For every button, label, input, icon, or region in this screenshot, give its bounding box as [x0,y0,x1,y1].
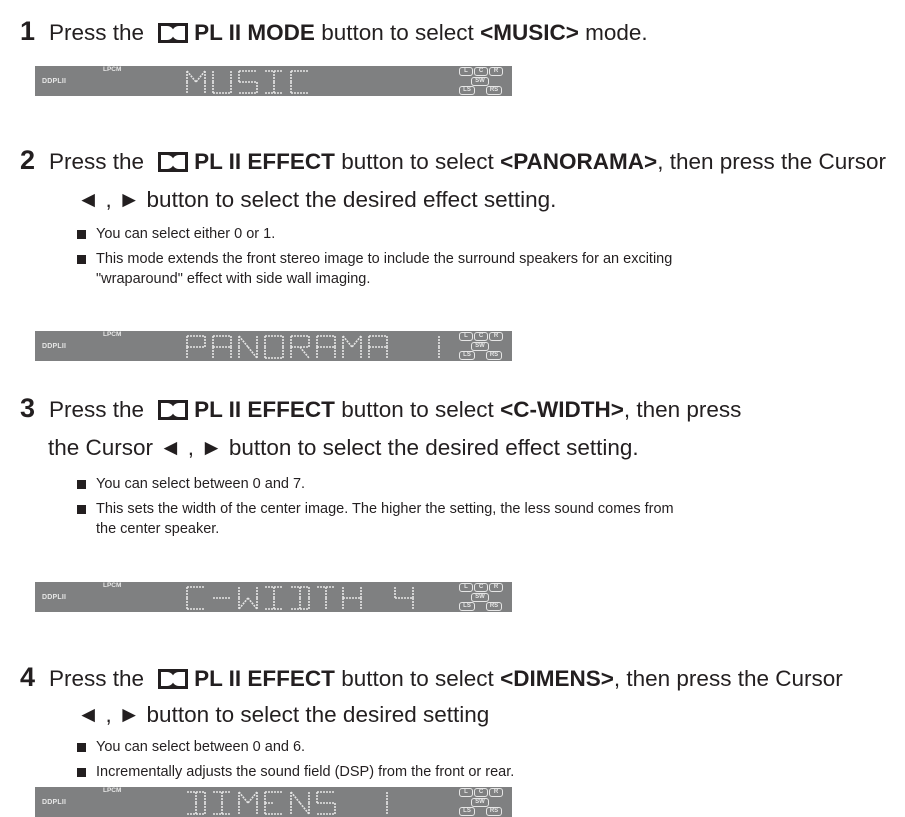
mode-option: <MUSIC> [480,20,579,45]
lcd-char [212,71,232,94]
lcd-char [187,791,206,815]
channel-r: R [489,788,503,797]
list-item: You can select between 0 and 7. [77,474,674,494]
channel-c: C [474,788,488,797]
list-item: This mode extends the front stereo image… [77,249,672,289]
channel-ls: LS [459,86,475,95]
lcd-char [317,586,335,609]
button-name: PL II EFFECT [194,149,335,174]
lcd-char [186,70,206,93]
lcd-char [238,587,258,610]
lcd-char [316,335,336,358]
lcd-char [290,335,310,359]
mode-option: <C-WIDTH> [500,397,624,422]
channel-sw: SW [471,798,489,807]
lcd-char [186,586,205,610]
step-2-cursor-line: ◄ , ► button to select the desired effec… [77,187,557,212]
channel-l: L [459,67,473,76]
channel-sw: SW [471,593,489,602]
channel-ls: LS [459,351,475,360]
channel-rs: RS [486,86,502,95]
channel-c: C [474,332,488,341]
lcd-char [264,335,284,359]
button-name: PL II EFFECT [194,397,335,422]
step-3-cursor-line: the Cursor ◄ , ► button to select the de… [48,435,639,460]
list-item: Incrementally adjusts the sound field (D… [77,762,514,782]
step-3-instruction: 3 Press the PL II EFFECT button to select … [20,394,741,427]
channel-r: R [489,332,503,341]
list-item: You can select either 0 or 1. [77,224,672,244]
lcd-char [368,335,388,358]
segment-display [187,791,388,815]
channel-r: R [489,583,503,592]
mode-option: <PANORAMA> [500,149,658,174]
step-number: 3 [20,393,36,423]
lcd-char [291,586,310,610]
lcd-char [290,791,310,815]
step-3-notes: You can select between 0 and 7. This set… [77,474,674,539]
step-4-instruction: 4 Press the PL II EFFECT button to select … [20,663,843,696]
lcd-display-3: LPCM DDPLII L C R SW LS RS [35,582,512,612]
channel-rs: RS [486,351,502,360]
bullet-square-icon [77,230,86,239]
segment-display [186,586,414,610]
list-item: This sets the width of the center image.… [77,499,674,539]
lcd-char [186,335,206,358]
dolby-logo-icon [158,151,189,179]
lcd-char [290,70,309,94]
segment-display [186,70,309,94]
button-name: PL II EFFECT [194,666,335,691]
list-item: You can select between 0 and 6. [77,737,514,757]
step-1-instruction: 1 Press the PL II MODE button to select <M… [20,17,648,50]
dolby-logo-icon [158,22,189,50]
lcd-char [212,335,232,358]
step-4-cursor-line: ◄ , ► button to select the desired setti… [77,702,490,727]
bullet-square-icon [77,768,86,777]
bullet-square-icon [77,480,86,489]
bullet-square-icon [77,255,86,264]
channel-l: L [459,332,473,341]
step-2-instruction: 2 Press the PL II EFFECT button to select … [20,146,886,179]
lcd-display-2: LPCM DDPLII L C R SW LS RS [35,331,512,361]
channel-r: R [489,67,503,76]
channel-l: L [459,583,473,592]
bullet-square-icon [77,505,86,514]
segment-display [186,335,440,359]
channel-c: C [474,67,488,76]
mode-option: <DIMENS> [500,666,614,691]
channel-sw: SW [471,77,489,86]
dolby-logo-icon [158,668,189,696]
step-4-notes: You can select between 0 and 6. Incremen… [77,737,514,782]
bullet-square-icon [77,743,86,752]
step-number: 1 [20,16,36,46]
lcd-char [265,70,283,94]
button-name: PL II MODE [194,20,315,45]
channel-ls: LS [459,602,475,611]
lcd-char [213,791,231,815]
channel-rs: RS [486,602,502,611]
lcd-char [316,791,336,815]
lcd-char [342,335,362,358]
channel-l: L [459,788,473,797]
channel-sw: SW [471,342,489,351]
channel-c: C [474,583,488,592]
lcd-char [238,335,258,359]
lcd-char [394,587,414,609]
step-number: 4 [20,662,36,692]
channel-ls: LS [459,807,475,816]
lcd-char [238,70,258,94]
step-number: 2 [20,145,36,175]
dolby-logo-icon [158,399,189,427]
step-2-notes: You can select either 0 or 1. This mode … [77,224,672,289]
lcd-char [264,791,283,815]
lcd-char [342,587,362,609]
channel-rs: RS [486,807,502,816]
lcd-display-4: LPCM DDPLII L C R SW LS RS [35,787,512,817]
lcd-display-1: LPCM DDPLII L C R SW LS RS [35,66,512,96]
lcd-char [238,791,258,814]
lcd-char [265,586,283,610]
